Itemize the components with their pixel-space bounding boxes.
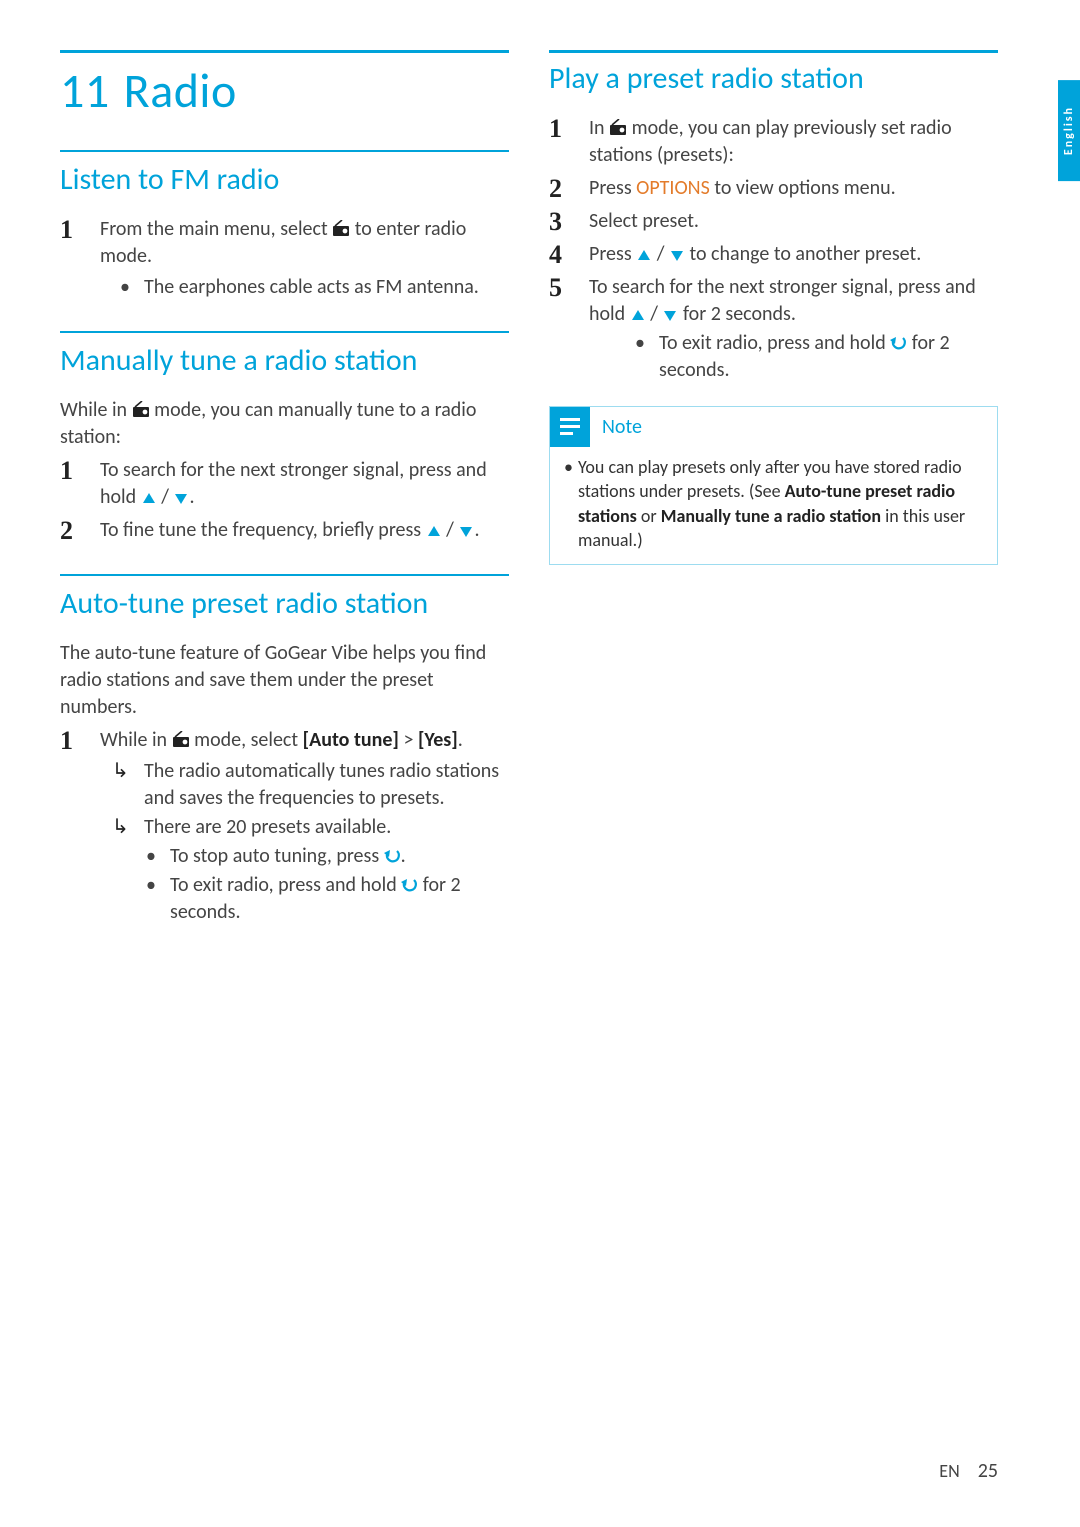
radio-icon bbox=[172, 731, 190, 748]
result-arrow: There are 20 presets available. bbox=[100, 814, 509, 841]
back-icon bbox=[384, 848, 401, 864]
steps-listen: From the main menu, select to enter radi… bbox=[60, 216, 509, 301]
section-rule bbox=[60, 150, 509, 152]
sub-bullet: To exit radio, press and hold for 2 seco… bbox=[100, 872, 509, 926]
down-icon bbox=[458, 524, 474, 538]
step: From the main menu, select to enter radi… bbox=[60, 216, 509, 301]
page-footer: EN 25 bbox=[939, 1459, 998, 1483]
note-header: Note bbox=[550, 407, 997, 447]
step: Press / to change to another preset. bbox=[549, 241, 998, 268]
chapter-rule bbox=[60, 50, 509, 53]
section-rule-top bbox=[549, 50, 998, 53]
note-body: You can play presets only after you have… bbox=[550, 455, 997, 552]
right-column: Play a preset radio station In mode, you… bbox=[549, 50, 998, 932]
steps-preset: In mode, you can play previously set rad… bbox=[549, 115, 998, 384]
page-content: 11Radio Listen to FM radio From the main… bbox=[0, 0, 1080, 932]
up-icon bbox=[141, 491, 157, 505]
chapter-name: Radio bbox=[124, 61, 237, 120]
section-intro: The auto-tune feature of GoGear Vibe hel… bbox=[60, 640, 509, 721]
step: To search for the next stronger signal, … bbox=[60, 457, 509, 511]
section-rule bbox=[60, 574, 509, 576]
radio-icon bbox=[609, 119, 627, 136]
back-icon bbox=[890, 335, 907, 351]
result-arrow: The radio automatically tunes radio stat… bbox=[100, 758, 509, 812]
note-box: Note You can play presets only after you… bbox=[549, 406, 998, 565]
up-icon bbox=[636, 248, 652, 262]
back-icon bbox=[401, 877, 418, 893]
steps-autotune: While in mode, select [Auto tune] > [Yes… bbox=[60, 727, 509, 926]
step: Press OPTIONS to view options menu. bbox=[549, 175, 998, 202]
down-icon bbox=[662, 308, 678, 322]
step: Select preset. bbox=[549, 208, 998, 235]
chapter-title: 11Radio bbox=[60, 61, 509, 120]
section-heading-preset: Play a preset radio station bbox=[549, 61, 998, 97]
down-icon bbox=[173, 491, 189, 505]
step: In mode, you can play previously set rad… bbox=[549, 115, 998, 169]
section-intro: While in mode, you can manually tune to … bbox=[60, 397, 509, 451]
radio-icon bbox=[132, 401, 150, 418]
section-rule bbox=[60, 331, 509, 333]
radio-icon bbox=[332, 220, 350, 237]
left-column: 11Radio Listen to FM radio From the main… bbox=[60, 50, 509, 932]
section-heading-listen: Listen to FM radio bbox=[60, 162, 509, 198]
footer-page-number: 25 bbox=[978, 1459, 998, 1483]
section-heading-autotune: Auto-tune preset radio station bbox=[60, 586, 509, 622]
up-icon bbox=[630, 308, 646, 322]
sub-bullet: To stop auto tuning, press . bbox=[100, 843, 509, 870]
section-heading-manual: Manually tune a radio station bbox=[60, 343, 509, 379]
steps-manual: To search for the next stronger signal, … bbox=[60, 457, 509, 544]
down-icon bbox=[669, 248, 685, 262]
step: To search for the next stronger signal, … bbox=[549, 274, 998, 384]
footer-lang: EN bbox=[939, 1460, 959, 1482]
chapter-number: 11 bbox=[60, 61, 110, 120]
step: To fine tune the frequency, briefly pres… bbox=[60, 517, 509, 544]
sub-bullet: The earphones cable acts as FM antenna. bbox=[100, 274, 509, 301]
language-tab: English bbox=[1058, 80, 1080, 181]
sub-bullet: To exit radio, press and hold for 2 seco… bbox=[589, 330, 998, 384]
step: While in mode, select [Auto tune] > [Yes… bbox=[60, 727, 509, 926]
note-icon bbox=[550, 407, 590, 447]
up-icon bbox=[426, 524, 442, 538]
note-title: Note bbox=[602, 415, 642, 439]
